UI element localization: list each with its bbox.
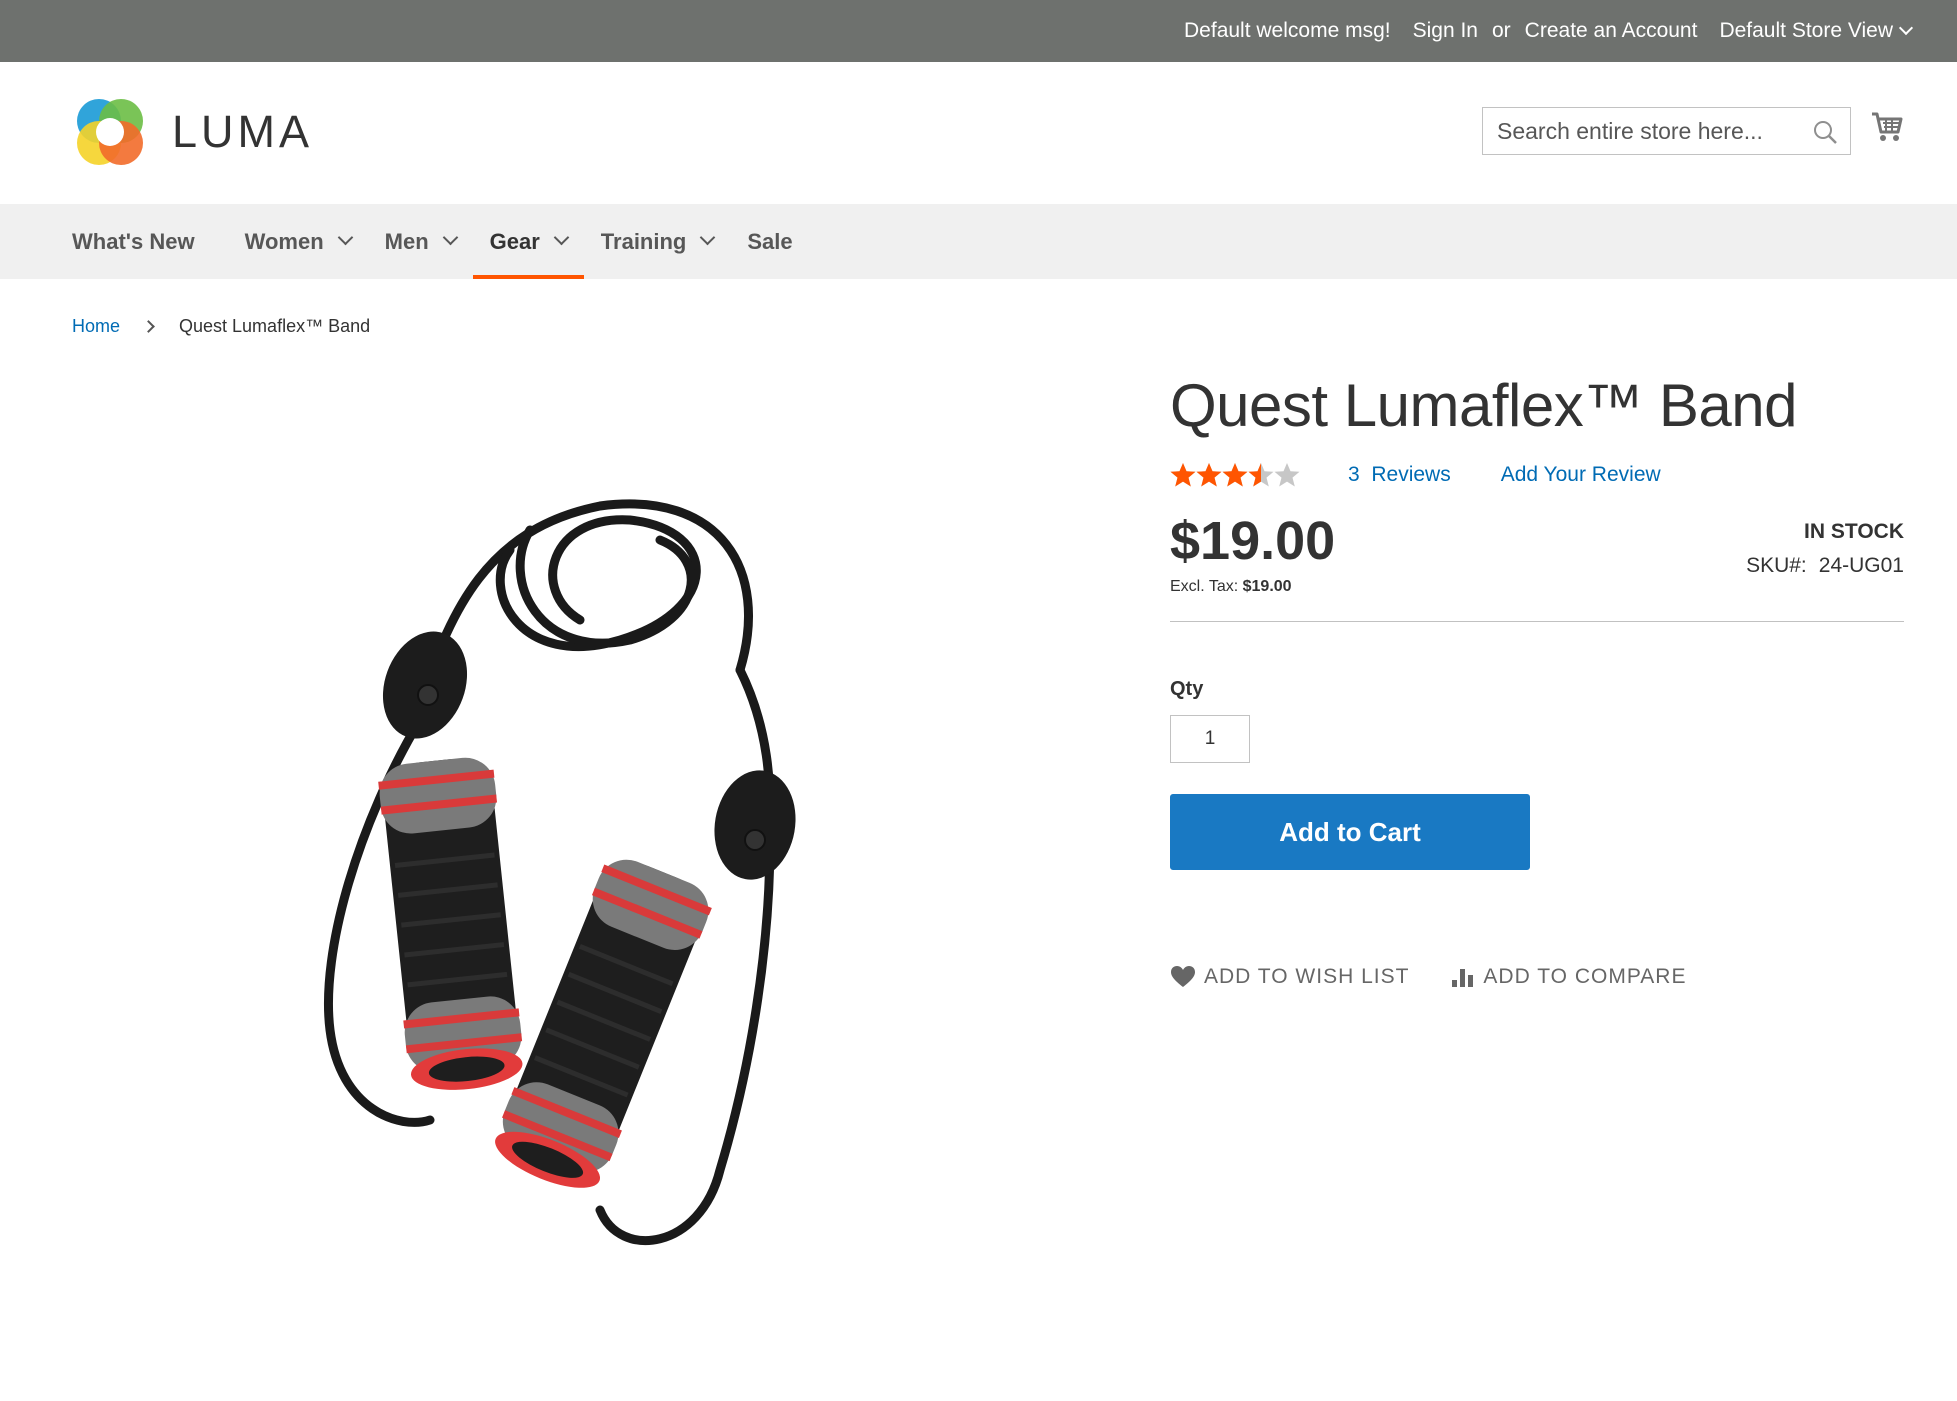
breadcrumb: Home Quest Lumaflex™ Band bbox=[72, 316, 370, 337]
star-icon bbox=[1222, 463, 1248, 487]
product-social-links: ADD TO WISH LIST ADD TO COMPARE bbox=[1170, 965, 1686, 989]
star-icon bbox=[1170, 463, 1196, 487]
nav-item-gear[interactable]: Gear bbox=[472, 204, 584, 279]
chevron-down-icon bbox=[700, 229, 716, 246]
sign-in-link[interactable]: Sign In bbox=[1413, 19, 1478, 43]
main-nav: What's New Women Men Gear Training Sale bbox=[0, 204, 1957, 279]
chevron-right-icon bbox=[142, 320, 155, 333]
star-icon bbox=[1196, 463, 1222, 487]
logo[interactable]: LUMA bbox=[72, 94, 313, 170]
nav-item-label: Sale bbox=[747, 228, 793, 254]
luma-logo-icon bbox=[77, 99, 143, 165]
nav-item-label: What's New bbox=[72, 228, 195, 254]
reviews-link[interactable]: 3 Reviews bbox=[1348, 463, 1451, 487]
search-box bbox=[1482, 107, 1851, 155]
chevron-down-icon bbox=[1898, 20, 1914, 36]
store-view-label: Default Store View bbox=[1719, 19, 1893, 42]
chevron-down-icon bbox=[337, 229, 353, 246]
compare-icon bbox=[1452, 969, 1474, 987]
or-text: or bbox=[1491, 19, 1511, 42]
nav-item-women[interactable]: Women bbox=[244, 204, 353, 279]
breadcrumb-current: Quest Lumaflex™ Band bbox=[179, 316, 371, 336]
star-icon bbox=[1274, 463, 1300, 487]
nav-item-sale[interactable]: Sale bbox=[747, 204, 792, 279]
add-to-wishlist-label: ADD TO WISH LIST bbox=[1204, 965, 1410, 988]
header: LUMA bbox=[0, 62, 1957, 204]
top-panel: Default welcome msg! Sign In or Create a… bbox=[0, 0, 1957, 62]
product-title: Quest Lumaflex™ Band bbox=[1170, 372, 1798, 439]
excl-tax-label: Excl. Tax: bbox=[1170, 578, 1239, 595]
qty-input[interactable] bbox=[1170, 715, 1250, 763]
breadcrumb-home-link[interactable]: Home bbox=[72, 316, 120, 337]
sku-label: SKU#: bbox=[1746, 554, 1807, 577]
nav-item-label: Training bbox=[600, 228, 687, 254]
add-review-link[interactable]: Add Your Review bbox=[1501, 463, 1661, 487]
chevron-down-icon bbox=[553, 229, 570, 246]
rating-stars bbox=[1170, 462, 1300, 488]
product-image[interactable] bbox=[300, 470, 900, 1300]
divider bbox=[1170, 621, 1904, 622]
nav-item-label: Gear bbox=[489, 228, 540, 254]
chevron-down-icon bbox=[442, 229, 458, 246]
add-to-cart-button[interactable]: Add to Cart bbox=[1170, 794, 1530, 870]
nav-item-men[interactable]: Men bbox=[384, 204, 458, 279]
heart-icon bbox=[1171, 966, 1195, 987]
top-links: Default welcome msg! Sign In or Create a… bbox=[1184, 0, 1914, 62]
reviews-count: 3 bbox=[1348, 463, 1360, 486]
qty-label: Qty bbox=[1170, 678, 1204, 700]
sku-value: 24-UG01 bbox=[1818, 554, 1904, 577]
product-info: Quest Lumaflex™ Band 3 Reviews Add Your … bbox=[1170, 370, 1904, 988]
nav-item-whats-new[interactable]: What's New bbox=[72, 204, 195, 279]
product-sku: SKU#: 24-UG01 bbox=[1746, 554, 1904, 578]
search-input[interactable] bbox=[1483, 108, 1850, 154]
stock-status: IN STOCK bbox=[1804, 520, 1904, 543]
excl-tax-price: Excl. Tax: $19.00 bbox=[1170, 578, 1292, 596]
store-view-switcher[interactable]: Default Store View bbox=[1719, 19, 1914, 43]
star-icon bbox=[1248, 463, 1274, 487]
create-account-link[interactable]: Create an Account bbox=[1525, 19, 1698, 43]
nav-item-label: Men bbox=[384, 228, 429, 254]
cart-icon[interactable] bbox=[1870, 110, 1904, 144]
search-icon[interactable] bbox=[1812, 119, 1838, 145]
product-price: $19.00 bbox=[1170, 511, 1336, 571]
add-to-compare-label: ADD TO COMPARE bbox=[1483, 965, 1687, 988]
add-to-wishlist-link[interactable]: ADD TO WISH LIST bbox=[1170, 965, 1409, 989]
welcome-message: Default welcome msg! bbox=[1184, 19, 1391, 42]
nav-item-training[interactable]: Training bbox=[600, 204, 716, 279]
excl-tax-value: $19.00 bbox=[1242, 578, 1292, 595]
reviews-label: Reviews bbox=[1371, 463, 1451, 486]
product-reviews-summary: 3 Reviews Add Your Review bbox=[1170, 462, 1661, 488]
logo-text: LUMA bbox=[172, 106, 314, 157]
add-to-compare-link[interactable]: ADD TO COMPARE bbox=[1451, 965, 1686, 989]
nav-item-label: Women bbox=[244, 228, 324, 254]
